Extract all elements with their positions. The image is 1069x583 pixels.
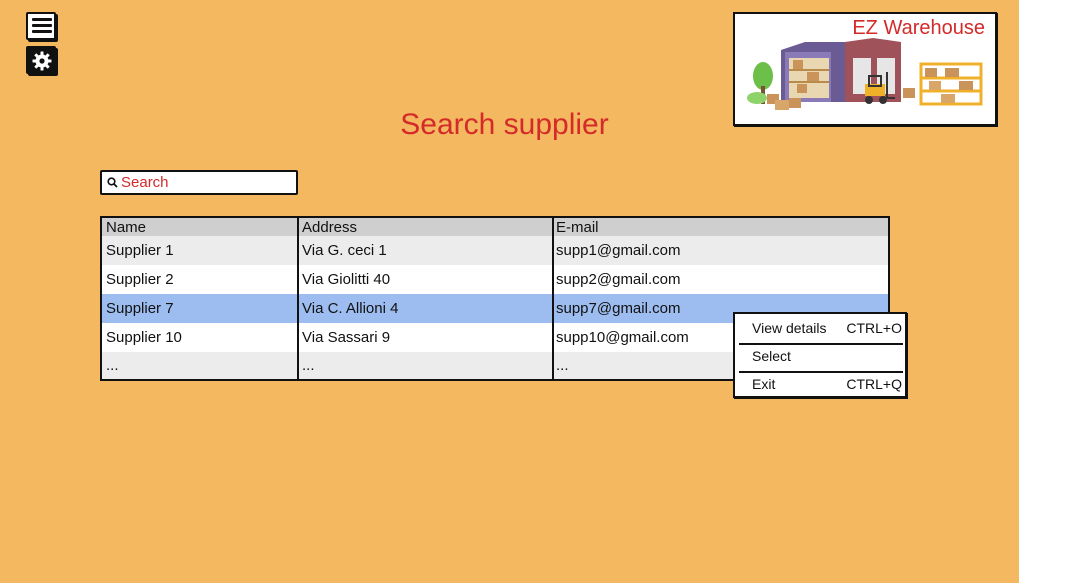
cell-address: Via Giolitti 40 xyxy=(302,271,391,288)
menu-item-shortcut: CTRL+Q xyxy=(846,376,902,392)
column-header-name[interactable]: Name xyxy=(102,218,298,236)
table-row[interactable]: Supplier 2 Via Giolitti 40 supp2@gmail.c… xyxy=(102,265,888,294)
search-input[interactable] xyxy=(121,173,291,192)
cell-address: ... xyxy=(302,357,315,374)
column-header-email[interactable]: E-mail xyxy=(552,218,888,236)
cell-name: Supplier 1 xyxy=(106,242,174,259)
menu-item-label: Select xyxy=(752,348,791,364)
table-header: Name Address E-mail xyxy=(102,218,888,236)
hamburger-menu-icon[interactable] xyxy=(26,12,56,40)
app-canvas: EZ Warehouse Search supplier Search Name… xyxy=(0,0,1019,583)
cell-email: supp1@gmail.com xyxy=(556,242,681,259)
column-divider xyxy=(297,218,299,379)
cell-name: Supplier 2 xyxy=(106,271,174,288)
context-menu: View details CTRL+O Select Exit CTRL+Q xyxy=(733,312,907,398)
cell-address: Via G. ceci 1 xyxy=(302,242,387,259)
search-icon xyxy=(107,177,118,188)
menu-item-shortcut: CTRL+O xyxy=(846,320,902,336)
column-header-address[interactable]: Address xyxy=(298,218,552,236)
cell-name: Supplier 7 xyxy=(106,300,174,317)
menu-item-exit[interactable]: Exit CTRL+Q xyxy=(735,371,905,397)
gear-icon[interactable] xyxy=(26,46,56,74)
menu-item-label: Exit xyxy=(752,376,776,392)
page-title: Search supplier xyxy=(400,108,609,141)
cell-email: supp2@gmail.com xyxy=(556,271,681,288)
cell-address: Via C. Allioni 4 xyxy=(302,300,399,317)
cell-address: Via Sassari 9 xyxy=(302,329,391,346)
cell-name: ... xyxy=(106,357,119,374)
menu-item-label: View details xyxy=(752,320,827,336)
column-divider xyxy=(552,218,554,379)
search-box[interactable] xyxy=(100,170,298,195)
menu-item-select[interactable]: Select xyxy=(735,343,905,369)
menu-item-view-details[interactable]: View details CTRL+O xyxy=(735,315,905,341)
table-row[interactable]: Supplier 1 Via G. ceci 1 supp1@gmail.com xyxy=(102,236,888,265)
cell-name: Supplier 10 xyxy=(106,329,182,346)
